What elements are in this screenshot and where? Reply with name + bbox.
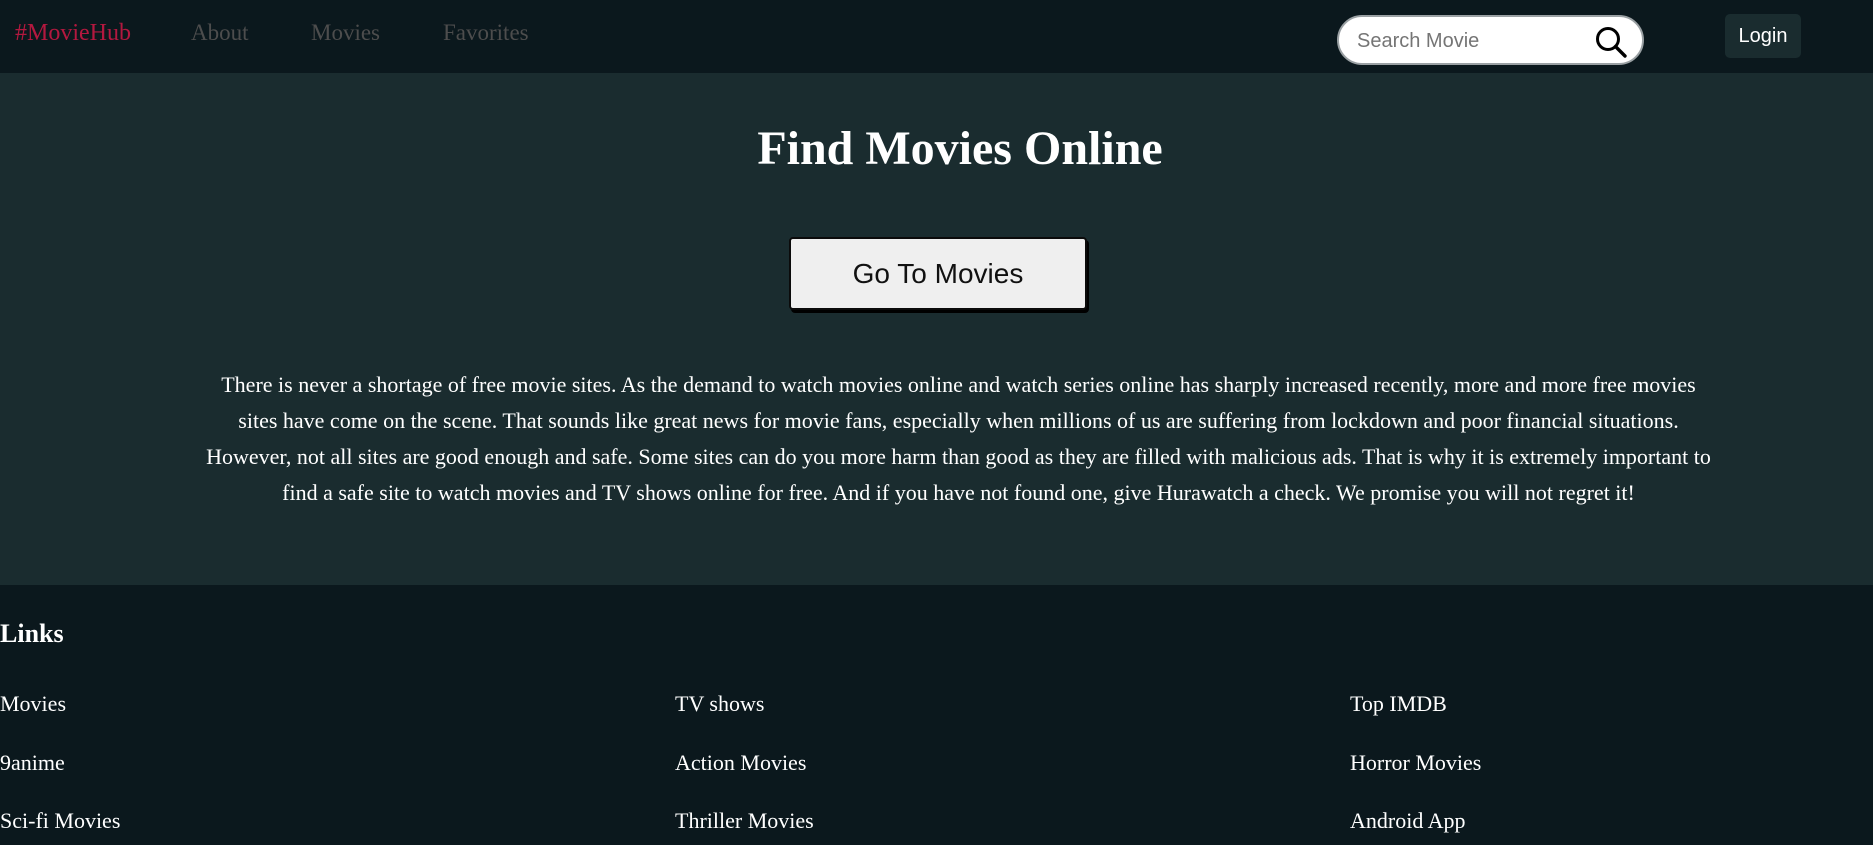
search-icon[interactable] [1594, 25, 1628, 59]
hero-title-container: Find Movies Online [0, 121, 1873, 176]
brand-logo-link[interactable]: #MovieHub [15, 20, 131, 47]
nav-link-movies[interactable]: Movies [311, 20, 380, 46]
footer: Links Movies TV shows Top IMDB 9anime Ac… [0, 585, 1873, 845]
login-button[interactable]: Login [1725, 14, 1801, 58]
footer-link-horror-movies[interactable]: Horror Movies [1350, 750, 1481, 776]
footer-link-thriller-movies[interactable]: Thriller Movies [675, 808, 814, 834]
hero-title: Find Movies Online [757, 122, 1163, 175]
hero-description: There is never a shortage of free movie … [206, 372, 1711, 505]
search-box [1337, 15, 1644, 65]
footer-link-movies[interactable]: Movies [0, 691, 66, 717]
hero-section: Find Movies Online Go To Movies There is… [0, 73, 1873, 585]
go-to-movies-button[interactable]: Go To Movies [789, 237, 1087, 310]
footer-link-top-imdb[interactable]: Top IMDB [1350, 691, 1447, 717]
footer-link-sci-fi-movies[interactable]: Sci-fi Movies [0, 808, 120, 834]
footer-link-tv-shows[interactable]: TV shows [675, 691, 764, 717]
navbar: #MovieHub About Movies Favorites Login [0, 0, 1873, 73]
footer-link-action-movies[interactable]: Action Movies [675, 750, 806, 776]
footer-link-9anime[interactable]: 9anime [0, 750, 65, 776]
nav-link-about[interactable]: About [191, 20, 249, 46]
nav-link-favorites[interactable]: Favorites [443, 20, 529, 46]
footer-heading: Links [0, 619, 64, 648]
footer-link-android-app[interactable]: Android App [1350, 808, 1466, 834]
search-input[interactable] [1357, 27, 1577, 55]
